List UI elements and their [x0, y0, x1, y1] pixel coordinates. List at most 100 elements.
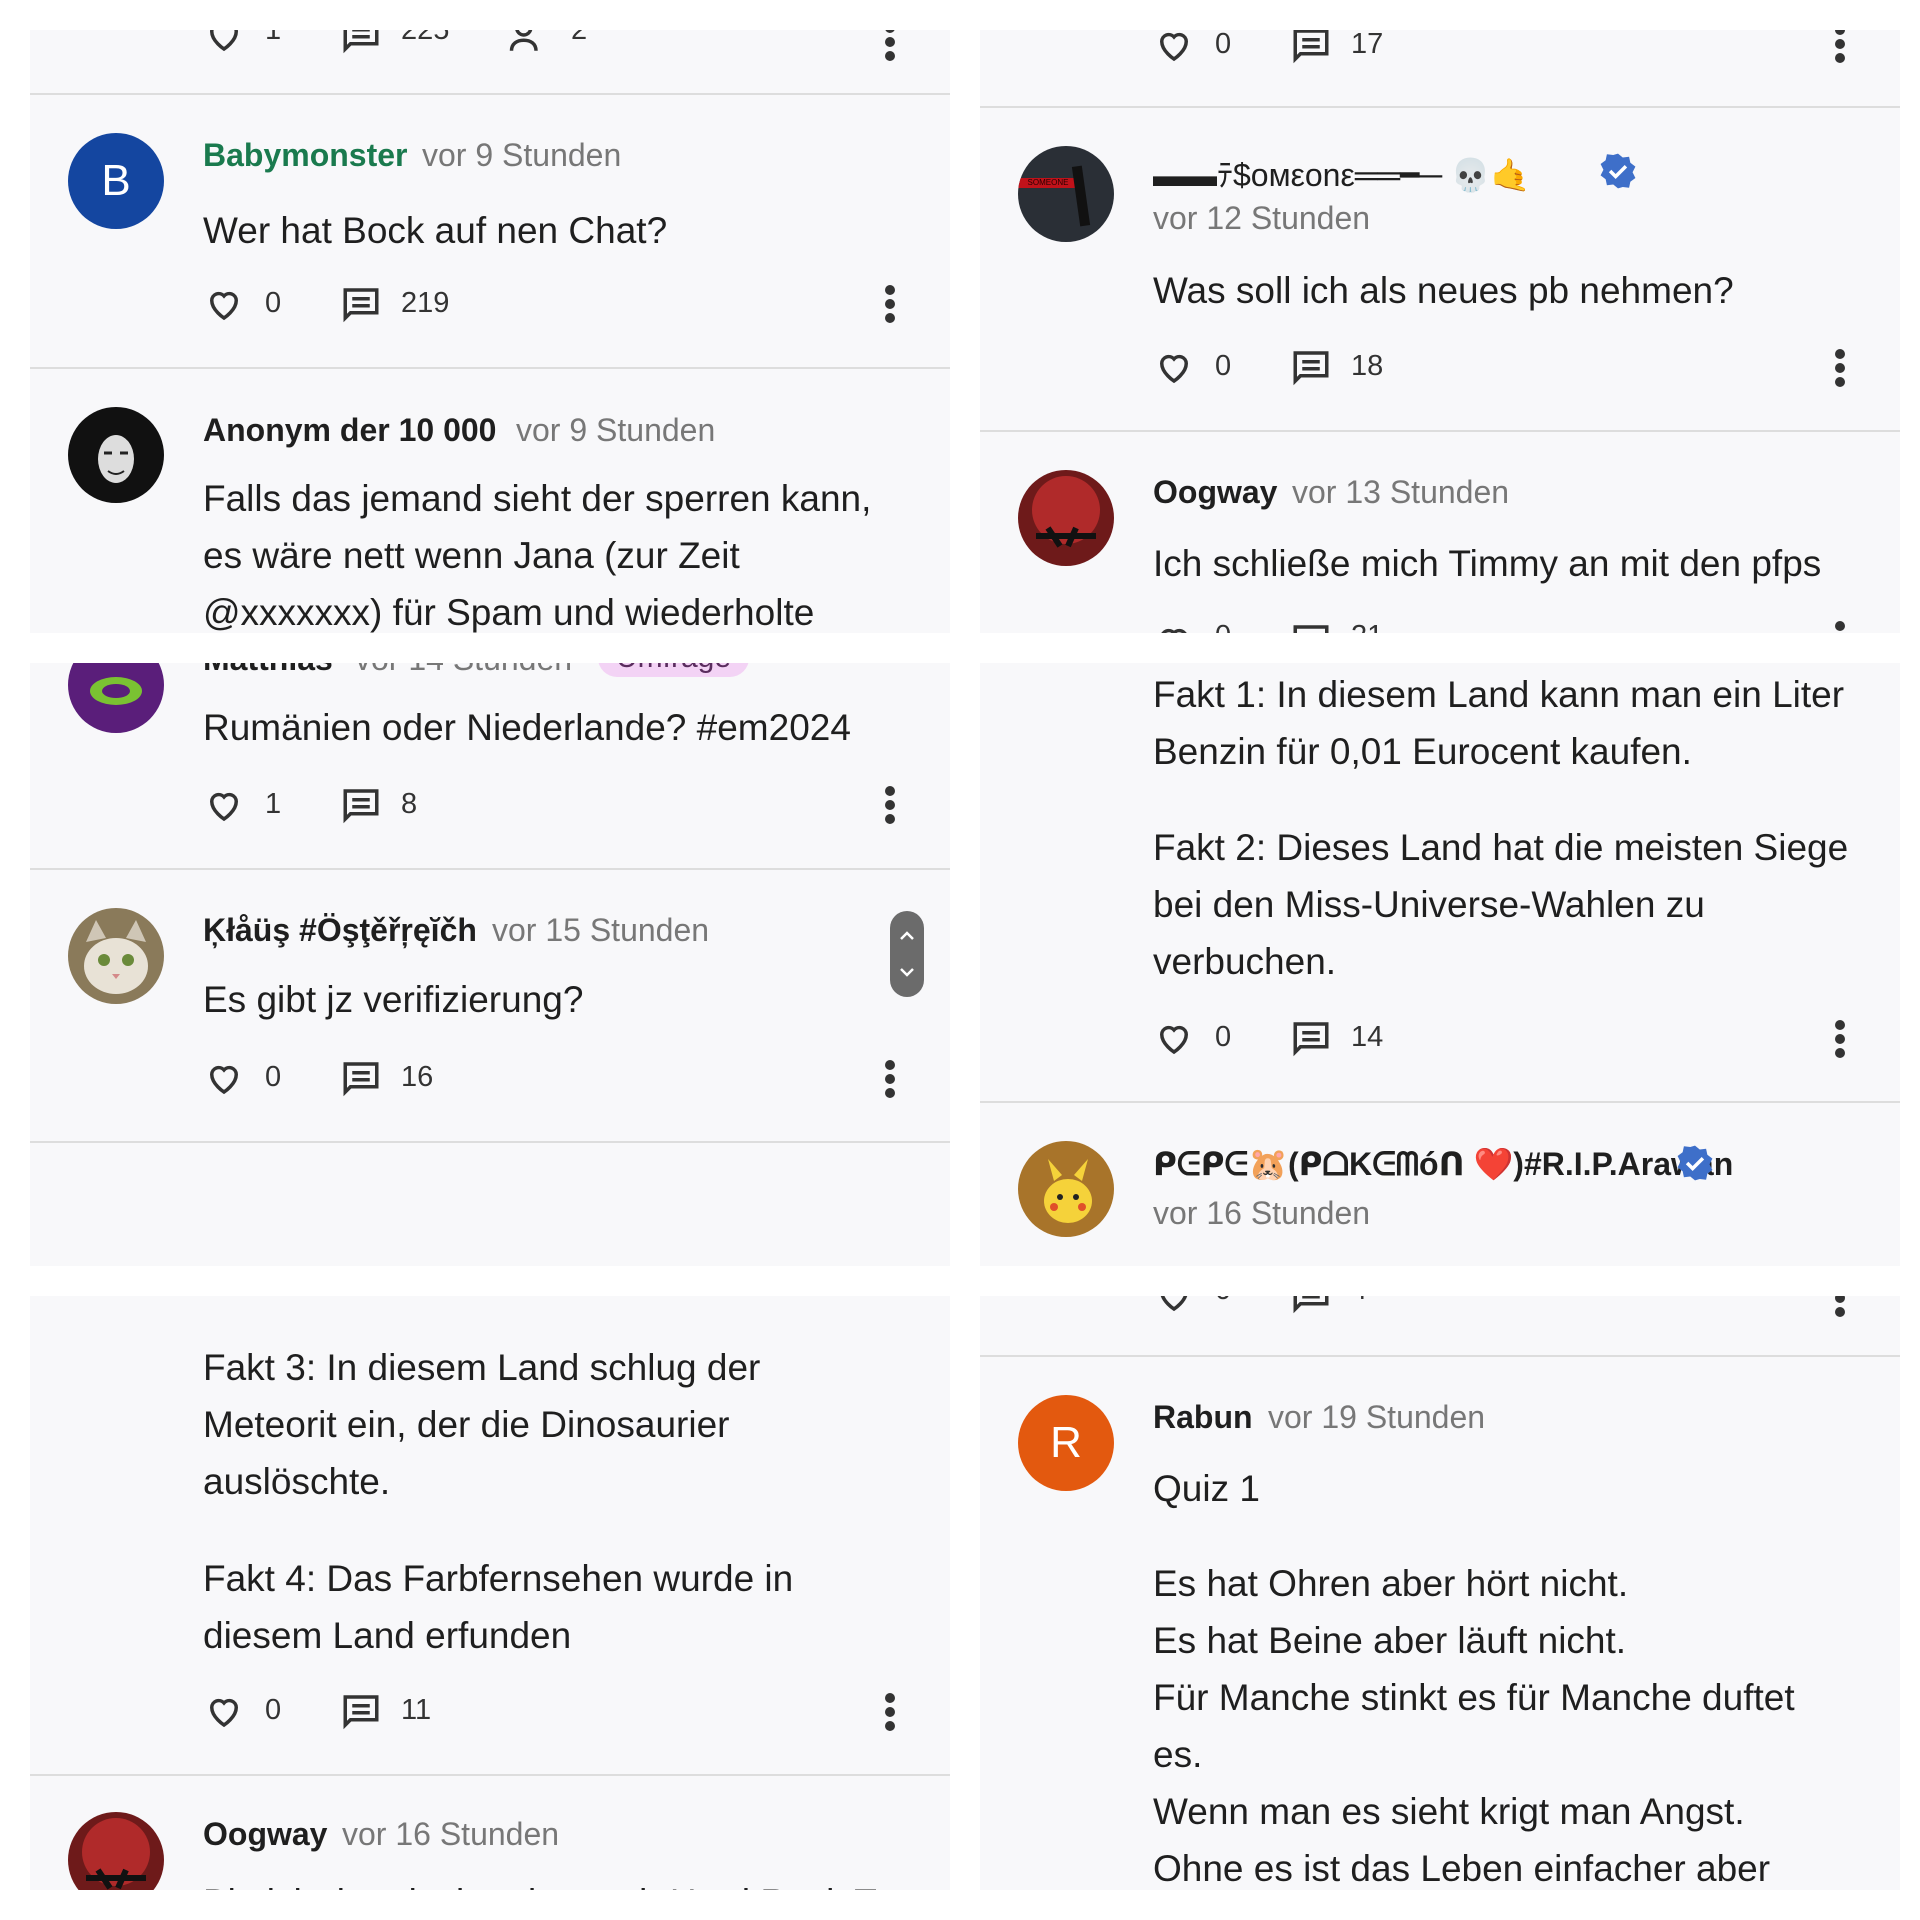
comment-icon[interactable] [1290, 620, 1332, 633]
comment-icon[interactable] [1290, 1017, 1332, 1059]
timestamp: vor 12 Stunden [1153, 200, 1371, 236]
more-icon[interactable] [1834, 348, 1846, 388]
more-icon[interactable] [884, 1692, 896, 1732]
comment-icon[interactable] [340, 283, 382, 325]
username[interactable]: ▬▬ﾃ$oмεonε══━─ 💀🤙 [1153, 150, 1531, 196]
feed-panel-middle-right: Fakt 1: In diesem Land kann man ein Lite… [980, 663, 1900, 1266]
heart-icon[interactable] [1153, 620, 1195, 633]
username[interactable]: Ķłåüş #Öşţěřŗęĭčh [203, 912, 477, 949]
post-text-line[interactable]: Es hat Ohren aber hört nicht. [1153, 1555, 1628, 1612]
comment-count: 18 [1351, 350, 1384, 382]
avatar[interactable]: B [68, 133, 164, 229]
heart-icon[interactable] [1153, 1296, 1195, 1316]
post-text-line[interactable]: Benzin für 0,01 Eurocent kaufen. [1153, 723, 1692, 780]
feed-panel-bottom-right: 0 4 R Rabun vor 19 Stunden Quiz 1 Es hat… [980, 1296, 1900, 1890]
like-count: 0 [1215, 1296, 1231, 1307]
post-text[interactable]: Rumänien oder Niederlande? #em2024 [203, 699, 851, 756]
post-text[interactable]: Bin ich der einzige der noch Hard Rock T [203, 1874, 877, 1890]
post-text-line[interactable]: diesem Land erfunden [203, 1607, 571, 1664]
post-text-line[interactable]: Fakt 1: In diesem Land kann man ein Lite… [1153, 666, 1844, 723]
username[interactable]: Oogway [1153, 474, 1277, 511]
post-text-line[interactable]: Fakt 2: Dieses Land hat die meisten Sieg… [1153, 819, 1848, 876]
divider [30, 1774, 950, 1776]
comment-count: 225 [401, 30, 450, 46]
post-text-line[interactable]: Es hat Beine aber läuft nicht. [1153, 1612, 1626, 1669]
avatar[interactable] [68, 1812, 164, 1890]
post-text[interactable]: Ich schließe mich Timmy an mit den pfps [1153, 535, 1821, 592]
post-text[interactable]: Es gibt jz verifizierung? [203, 971, 583, 1028]
more-icon[interactable] [884, 1059, 896, 1099]
divider [30, 367, 950, 369]
post-text-line[interactable]: Wenn man es sieht krigt man Angst. [1153, 1783, 1745, 1840]
comment-icon[interactable] [1290, 30, 1332, 66]
heart-icon[interactable] [203, 784, 245, 826]
avatar[interactable] [1018, 470, 1114, 566]
heart-icon[interactable] [1153, 1017, 1195, 1059]
post-text-line[interactable]: @xxxxxxx) für Spam und wiederholte [203, 584, 814, 633]
more-icon[interactable] [1834, 30, 1846, 64]
post-text-line[interactable]: bei den Miss-Universe-Wahlen zu [1153, 876, 1705, 933]
avatar[interactable] [1018, 1141, 1114, 1237]
post-text-line[interactable]: Ohne es ist das Leben einfacher aber [1153, 1840, 1770, 1890]
avatar[interactable] [68, 407, 164, 503]
like-count: 0 [1215, 350, 1232, 382]
like-count: 0 [1215, 30, 1232, 60]
avatar[interactable] [68, 908, 164, 1004]
more-icon[interactable] [1834, 1019, 1846, 1059]
post-text-line[interactable]: es. [1153, 1726, 1202, 1783]
more-icon[interactable] [1834, 1296, 1846, 1318]
post-text-line[interactable]: auslöschte. [203, 1453, 390, 1510]
more-icon[interactable] [884, 30, 896, 62]
feed-panel-top-left: 1 225 2 B Babymonster vor 9 Stunden Wer … [30, 30, 950, 633]
timestamp: vor 14 Stunden [355, 663, 572, 678]
timestamp: vor 19 Stunden [1268, 1399, 1486, 1435]
feed-panel-top-right: 0 17 SOMEONE ▬▬ﾃ$oмεonε══━─ 💀🤙 vor 12 St… [980, 30, 1900, 633]
post-text-line[interactable]: Falls das jemand sieht der sperren kann, [203, 470, 871, 527]
post-text-line[interactable]: Fakt 3: In diesem Land schlug der [203, 1339, 760, 1396]
heart-icon[interactable] [203, 1057, 245, 1099]
post-text-line[interactable]: Fakt 4: Das Farbfernsehen wurde in [203, 1550, 793, 1607]
post-text[interactable]: Wer hat Bock auf nen Chat? [203, 202, 667, 259]
divider [980, 430, 1900, 432]
username[interactable]: ᑭᕮᑭᕮ🐹(ᑭᗝKᕮᗰóᑎ ❤️)#R.I.P.Arawan [1153, 1145, 1733, 1184]
comment-count: 4 [1351, 1296, 1367, 1307]
scroll-handle-icon[interactable] [890, 911, 924, 997]
avatar[interactable]: SOMEONE [1018, 146, 1114, 242]
heart-icon[interactable] [203, 30, 245, 56]
comment-icon[interactable] [340, 30, 382, 56]
comment-icon[interactable] [340, 1690, 382, 1732]
heart-icon[interactable] [203, 283, 245, 325]
avatar[interactable] [68, 663, 164, 733]
post-text-line[interactable]: Für Manche stinkt es für Manche duftet [1153, 1669, 1795, 1726]
post-text[interactable]: Was soll ich als neues pb nehmen? [1153, 262, 1734, 319]
username[interactable]: Babymonster [203, 137, 408, 174]
post-text-line[interactable]: es wäre nett wenn Jana (zur Zeit [203, 527, 740, 584]
comment-count: 16 [401, 1061, 434, 1093]
heart-icon[interactable] [1153, 30, 1195, 66]
post-title[interactable]: Quiz 1 [1153, 1460, 1260, 1517]
comment-icon[interactable] [1290, 1296, 1332, 1316]
more-icon[interactable] [884, 284, 896, 324]
post-text-line[interactable]: Meteorit ein, der die Dinosaurier [203, 1396, 729, 1453]
avatar[interactable]: R [1018, 1395, 1114, 1491]
timestamp: vor 15 Stunden [492, 912, 710, 948]
comment-count: 21 [1351, 620, 1383, 633]
username[interactable]: Anonym der 10 000 [203, 412, 496, 449]
post-text-line[interactable]: verbuchen. [1153, 933, 1336, 990]
more-icon[interactable] [1834, 620, 1846, 633]
username[interactable]: Oogway [203, 1816, 327, 1853]
username[interactable]: Rabun [1153, 1399, 1253, 1436]
comment-count: 8 [401, 788, 418, 820]
people-icon[interactable] [508, 30, 550, 56]
comment-icon[interactable] [340, 784, 382, 826]
username[interactable]: Matthias [203, 663, 333, 678]
more-icon[interactable] [884, 785, 896, 825]
feed-panel-bottom-left: Fakt 3: In diesem Land schlug der Meteor… [30, 1296, 950, 1890]
heart-icon[interactable] [1153, 346, 1195, 388]
timestamp: vor 9 Stunden [422, 137, 622, 173]
comment-icon[interactable] [340, 1057, 382, 1099]
heart-icon[interactable] [203, 1690, 245, 1732]
timestamp: vor 16 Stunden [1153, 1195, 1371, 1231]
comment-icon[interactable] [1290, 346, 1332, 388]
like-count: 1 [265, 30, 282, 46]
